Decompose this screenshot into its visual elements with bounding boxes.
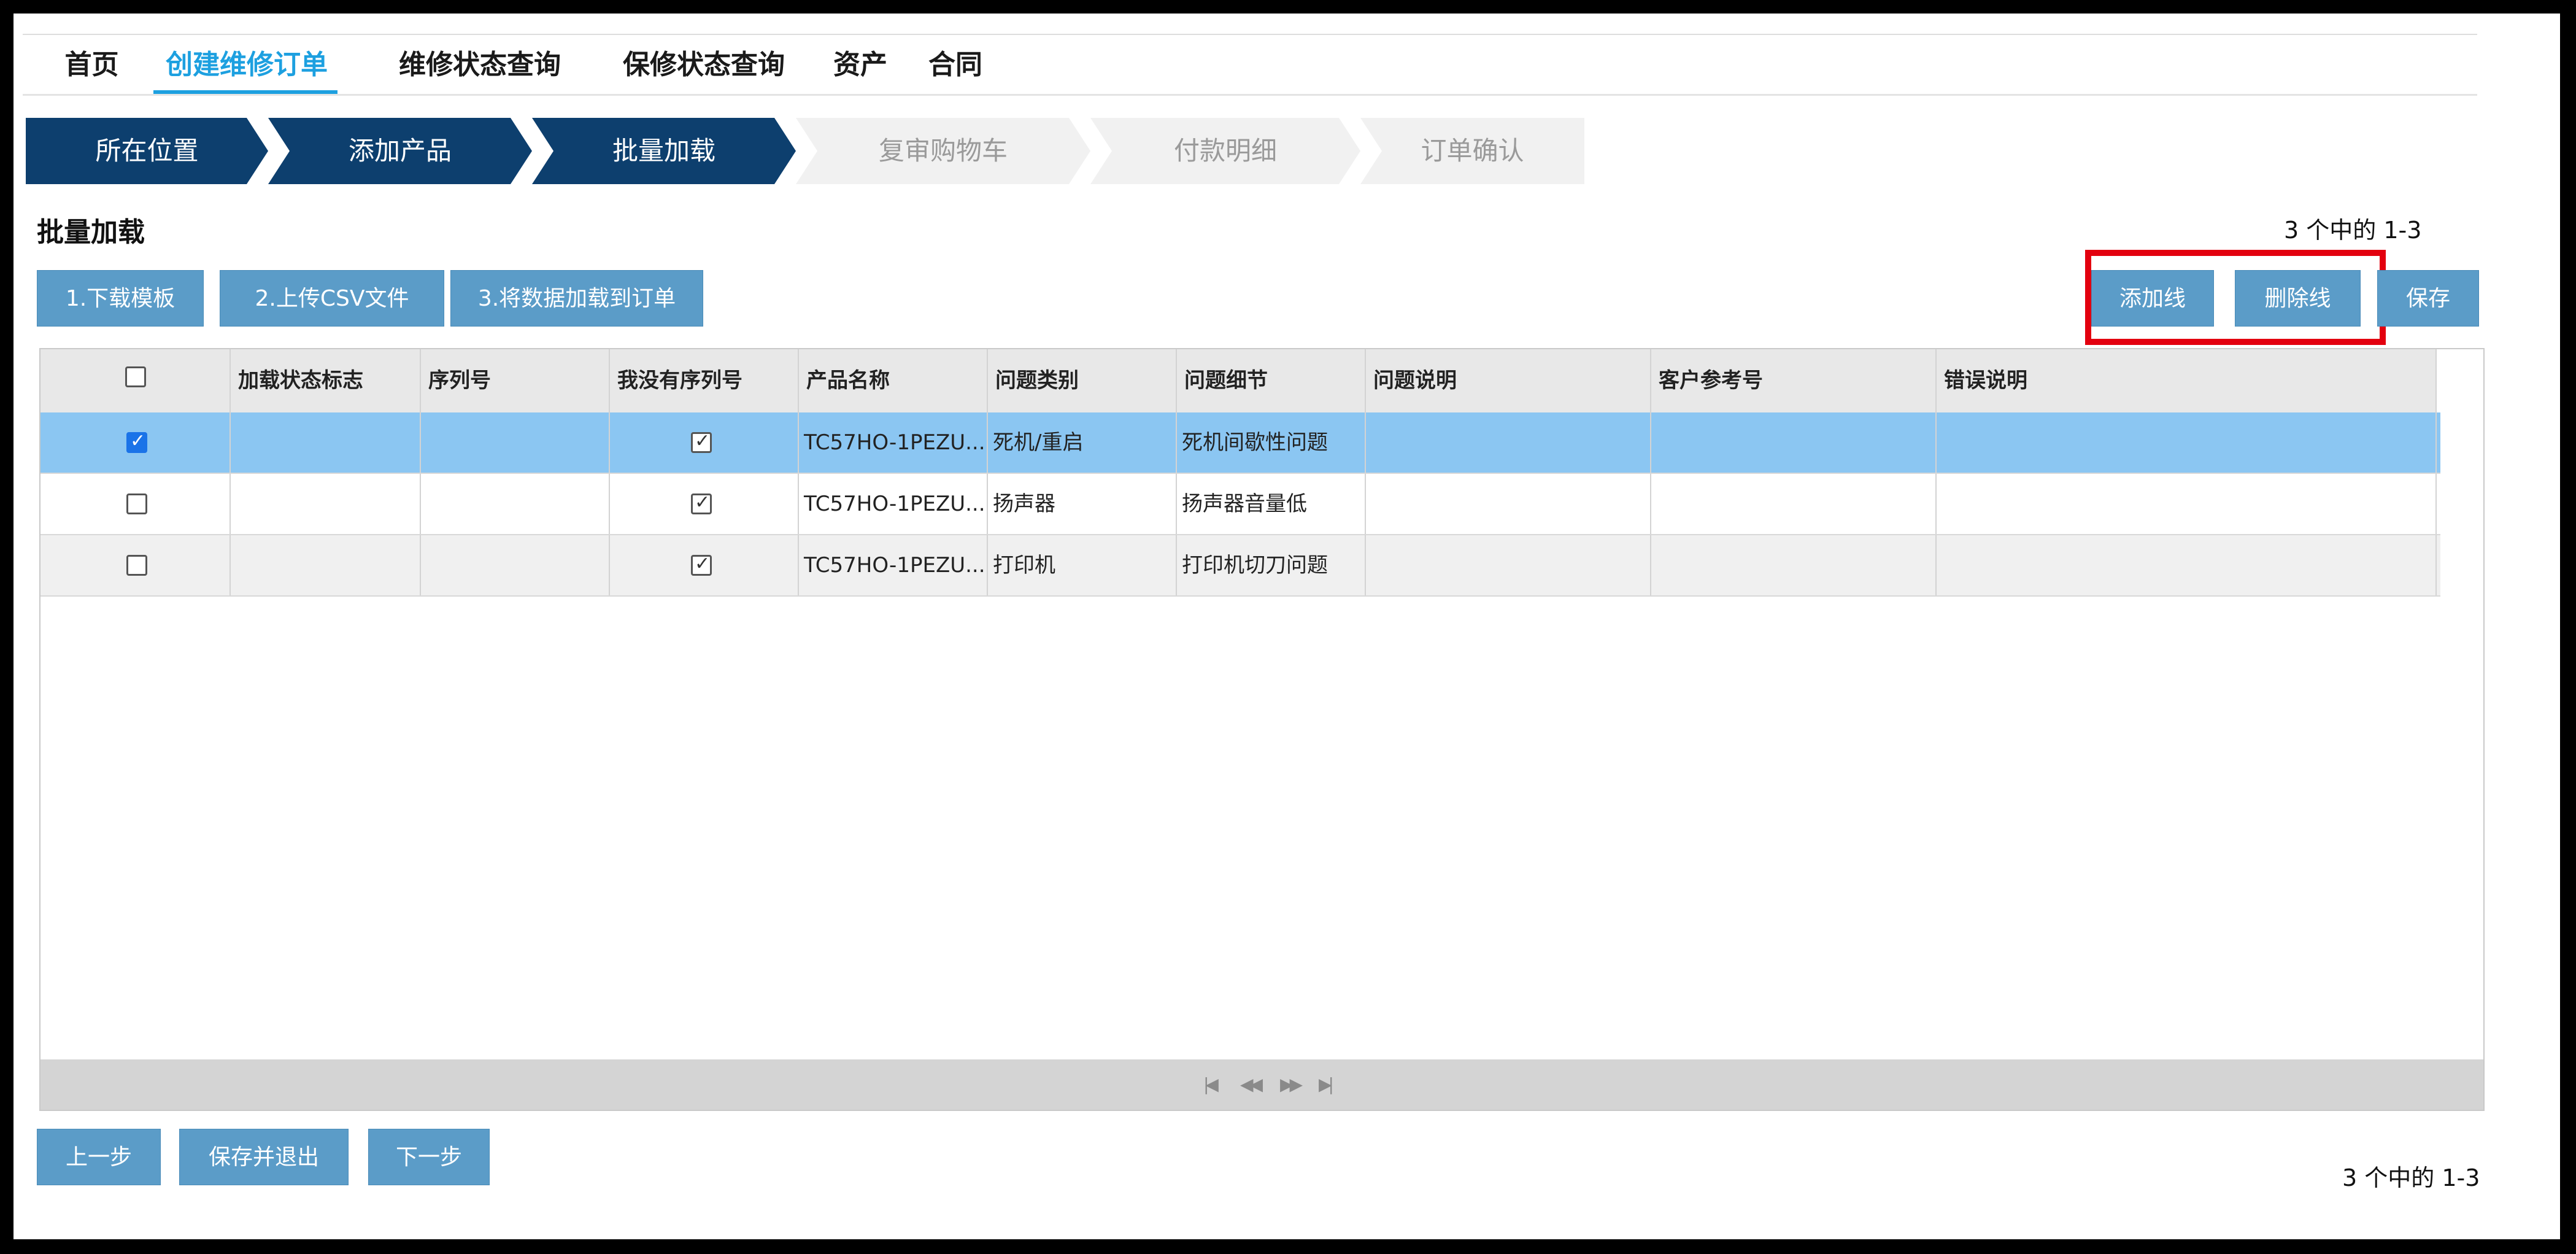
prev-page-icon[interactable]: ◀◀	[1240, 1074, 1263, 1094]
header-load-status[interactable]: 加载状态标志	[231, 349, 421, 412]
step-location[interactable]: 所在位置	[26, 118, 268, 184]
cell-problem-category[interactable]: 扬声器	[988, 474, 1177, 534]
cell-error-desc	[1937, 535, 2437, 595]
header-problem-desc[interactable]: 问题说明	[1366, 349, 1651, 412]
header-select-all[interactable]	[40, 349, 231, 412]
step-payment-details[interactable]: 付款明细	[1090, 118, 1360, 184]
last-page-icon[interactable]: ▶|	[1319, 1074, 1334, 1094]
cell-load-status	[231, 474, 421, 534]
upload-csv-button[interactable]: 2.上传CSV文件	[220, 270, 444, 327]
nav-divider-top	[23, 34, 2477, 35]
grid-header: 加载状态标志 序列号 我没有序列号 产品名称 问题类别 问题细节 问题说明 客户…	[40, 349, 2437, 414]
grid-pager: |◀ ◀◀ ▶▶ ▶|	[40, 1059, 2483, 1110]
header-no-serial[interactable]: 我没有序列号	[610, 349, 799, 412]
no-serial-checkbox[interactable]: ✓	[691, 430, 712, 453]
cell-serial[interactable]	[421, 412, 610, 473]
table-row[interactable]: ✓ TC57HO-1PEZU... 扬声器 扬声器音量低	[40, 474, 2440, 535]
row-select-checkbox[interactable]	[126, 493, 147, 514]
batch-grid: 加载状态标志 序列号 我没有序列号 产品名称 问题类别 问题细节 问题说明 客户…	[39, 348, 2485, 1111]
row-select-cell: ✓	[40, 412, 231, 473]
cell-problem-detail[interactable]: 扬声器音量低	[1177, 474, 1366, 534]
wizard-steps: 所在位置 添加产品 批量加载 复审购物车 付款明细 订单确认	[26, 118, 1584, 184]
header-serial[interactable]: 序列号	[421, 349, 610, 412]
header-product-name[interactable]: 产品名称	[799, 349, 988, 412]
nav-contracts[interactable]: 合同	[916, 36, 995, 94]
no-serial-checkbox[interactable]: ✓	[691, 492, 712, 514]
table-row[interactable]: ✓ TC57HO-1PEZU... 打印机 打印机切刀问题	[40, 535, 2440, 597]
step-payment-details-label: 付款明细	[1173, 136, 1277, 166]
table-row[interactable]: ✓ ✓ TC57HO-1PEZU... 死机/重启 死机间歇性问题	[40, 412, 2440, 474]
select-all-checkbox[interactable]	[125, 366, 146, 387]
cell-customer-ref[interactable]	[1651, 412, 1937, 473]
download-template-button[interactable]: 1.下载模板	[37, 270, 204, 327]
cell-problem-desc[interactable]	[1366, 412, 1651, 473]
record-count-top: 3 个中的 1-3	[2284, 217, 2422, 244]
nav-repair-status[interactable]: 维修状态查询	[382, 36, 578, 94]
row-select-checkbox[interactable]: ✓	[126, 430, 147, 453]
step-add-product-label: 添加产品	[348, 136, 452, 166]
step-order-confirm-label: 订单确认	[1421, 136, 1524, 166]
row-select-cell	[40, 474, 231, 534]
load-to-order-button[interactable]: 3.将数据加载到订单	[450, 270, 703, 327]
cell-problem-category[interactable]: 打印机	[988, 535, 1177, 595]
next-page-icon[interactable]: ▶▶	[1280, 1074, 1303, 1094]
nav-divider-bottom	[23, 94, 2477, 96]
prev-step-button[interactable]: 上一步	[37, 1129, 161, 1185]
cell-product-name[interactable]: TC57HO-1PEZU...	[799, 474, 988, 534]
cell-customer-ref[interactable]	[1651, 474, 1937, 534]
nav-assets[interactable]: 资产	[820, 36, 900, 94]
step-batch-load-label: 批量加载	[612, 136, 715, 166]
nav-create-repair-order[interactable]: 创建维修订单	[152, 36, 342, 94]
step-review-cart-label: 复审购物车	[878, 136, 1008, 166]
cell-problem-desc[interactable]	[1366, 535, 1651, 595]
save-button[interactable]: 保存	[2377, 270, 2479, 327]
step-location-label: 所在位置	[95, 136, 199, 166]
cell-problem-detail[interactable]: 打印机切刀问题	[1177, 535, 1366, 595]
step-add-product[interactable]: 添加产品	[268, 118, 532, 184]
app-frame: 首页 创建维修订单 维修状态查询 保修状态查询 资产 合同 所在位置 添加产品 …	[13, 14, 2560, 1239]
delete-line-button[interactable]: 删除线	[2235, 270, 2361, 327]
step-review-cart[interactable]: 复审购物车	[796, 118, 1090, 184]
cell-load-status	[231, 535, 421, 595]
first-page-icon[interactable]: |◀	[1203, 1074, 1219, 1094]
cell-load-status	[231, 412, 421, 473]
no-serial-checkbox[interactable]: ✓	[691, 553, 712, 576]
page-title: 批量加载	[37, 217, 145, 248]
nav-warranty-status[interactable]: 保修状态查询	[603, 36, 805, 94]
header-customer-ref[interactable]: 客户参考号	[1651, 349, 1937, 412]
header-problem-category[interactable]: 问题类别	[988, 349, 1177, 412]
cell-product-name[interactable]: TC57HO-1PEZU...	[799, 535, 988, 595]
header-problem-detail[interactable]: 问题细节	[1177, 349, 1366, 412]
cell-problem-detail[interactable]: 死机间歇性问题	[1177, 412, 1366, 473]
row-select-checkbox[interactable]	[126, 555, 147, 576]
save-exit-button[interactable]: 保存并退出	[179, 1129, 349, 1185]
add-line-button[interactable]: 添加线	[2091, 270, 2214, 327]
header-error-desc[interactable]: 错误说明	[1937, 349, 2437, 412]
cell-no-serial: ✓	[610, 474, 799, 534]
cell-serial[interactable]	[421, 535, 610, 595]
cell-problem-category[interactable]: 死机/重启	[988, 412, 1177, 473]
step-order-confirm[interactable]: 订单确认	[1360, 118, 1584, 184]
cell-error-desc	[1937, 412, 2437, 473]
cell-no-serial: ✓	[610, 535, 799, 595]
cell-product-name[interactable]: TC57HO-1PEZU...	[799, 412, 988, 473]
step-batch-load[interactable]: 批量加载	[532, 118, 796, 184]
nav-home[interactable]: 首页	[50, 36, 133, 94]
cell-error-desc	[1937, 474, 2437, 534]
cell-serial[interactable]	[421, 474, 610, 534]
row-select-cell	[40, 535, 231, 595]
cell-problem-desc[interactable]	[1366, 474, 1651, 534]
cell-customer-ref[interactable]	[1651, 535, 1937, 595]
cell-no-serial: ✓	[610, 412, 799, 473]
record-count-bottom: 3 个中的 1-3	[2342, 1164, 2480, 1191]
next-step-button[interactable]: 下一步	[368, 1129, 490, 1185]
